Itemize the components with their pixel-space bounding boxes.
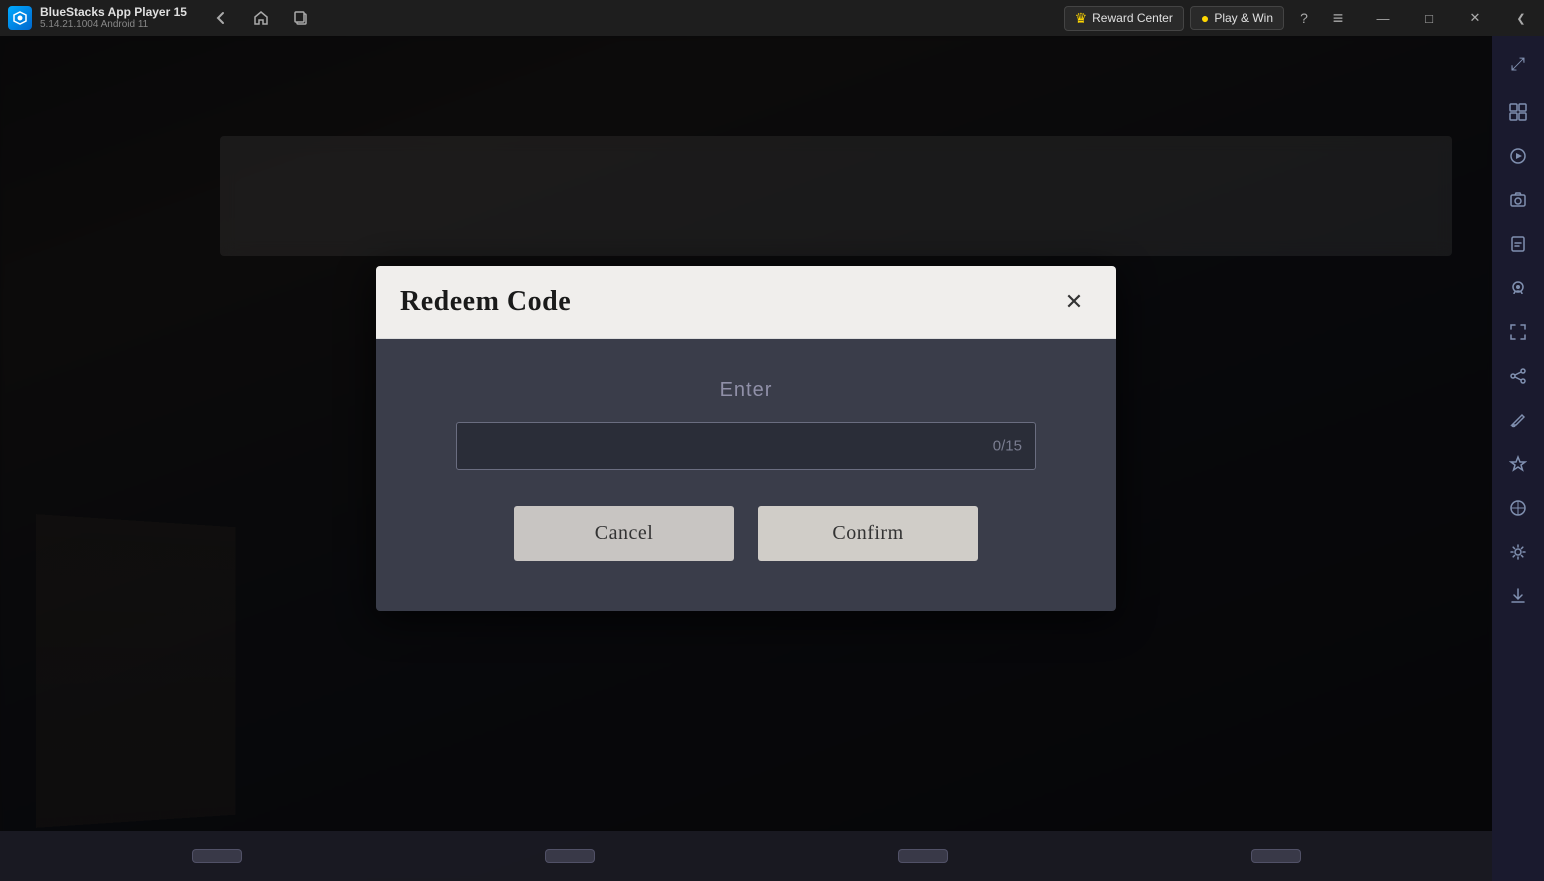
- video-record-icon[interactable]: [1498, 136, 1538, 176]
- dialog-close-button[interactable]: ✕: [1056, 284, 1092, 320]
- right-sidebar: ⤢: [1492, 36, 1544, 881]
- airplane-mode-icon[interactable]: [1498, 444, 1538, 484]
- collapse-sidebar-button[interactable]: ❮: [1498, 0, 1544, 36]
- app-title: BlueStacks App Player 15: [40, 5, 187, 19]
- bottom-bar: [0, 831, 1492, 881]
- copy-button[interactable]: [287, 4, 315, 32]
- paint-icon[interactable]: [1498, 400, 1538, 440]
- dialog-buttons: Cancel Confirm: [456, 506, 1036, 561]
- confirm-button[interactable]: Confirm: [758, 506, 978, 561]
- expand-sidebar-icon[interactable]: ⤢: [1498, 44, 1538, 84]
- code-input[interactable]: [456, 422, 1036, 470]
- dialog-header: Redeem Code ✕: [376, 266, 1116, 339]
- main-content: Redeem Code ✕ Enter 0/15 Cancel Confirm: [0, 36, 1492, 881]
- crown-icon: ♛: [1075, 10, 1088, 27]
- bluestacks-logo: [8, 6, 32, 30]
- location-icon[interactable]: [1498, 488, 1538, 528]
- bottom-btn-4[interactable]: [1251, 849, 1301, 863]
- reward-center-label: Reward Center: [1092, 11, 1173, 25]
- redeem-code-dialog: Redeem Code ✕ Enter 0/15 Cancel Confirm: [376, 266, 1116, 611]
- titlebar-nav: [207, 4, 315, 32]
- app-version: 5.14.21.1004 Android 11: [40, 19, 187, 31]
- bottom-btn-1[interactable]: [192, 849, 242, 863]
- window-controls: — □ ✕ ❮: [1360, 0, 1544, 36]
- screenshot-icon[interactable]: [1498, 180, 1538, 220]
- bottom-btn-2[interactable]: [545, 849, 595, 863]
- app-name-section: BlueStacks App Player 15 5.14.21.1004 An…: [40, 5, 187, 31]
- home-button[interactable]: [247, 4, 275, 32]
- dialog-body: Enter 0/15 Cancel Confirm: [376, 339, 1116, 611]
- menu-button[interactable]: ≡: [1324, 4, 1352, 32]
- download-icon[interactable]: [1498, 576, 1538, 616]
- cancel-button[interactable]: Cancel: [514, 506, 734, 561]
- dialog-enter-label: Enter: [720, 379, 773, 402]
- play-win-button[interactable]: ● Play & Win: [1190, 6, 1284, 30]
- code-input-wrapper: 0/15: [456, 422, 1036, 470]
- close-button[interactable]: ✕: [1452, 0, 1498, 36]
- fullscreen-icon[interactable]: [1498, 312, 1538, 352]
- play-win-label: Play & Win: [1214, 11, 1273, 25]
- help-button[interactable]: ?: [1290, 4, 1318, 32]
- dialog-title: Redeem Code: [400, 286, 571, 318]
- webcam-icon[interactable]: [1498, 268, 1538, 308]
- share-icon[interactable]: [1498, 356, 1538, 396]
- minimize-button[interactable]: —: [1360, 0, 1406, 36]
- maximize-button[interactable]: □: [1406, 0, 1452, 36]
- apps-icon[interactable]: [1498, 92, 1538, 132]
- titlebar-right-section: ♛ Reward Center ● Play & Win ? ≡: [1064, 4, 1352, 32]
- bottom-btn-3[interactable]: [898, 849, 948, 863]
- back-button[interactable]: [207, 4, 235, 32]
- coin-icon: ●: [1201, 10, 1209, 26]
- apk-install-icon[interactable]: [1498, 224, 1538, 264]
- settings-icon[interactable]: [1498, 532, 1538, 572]
- titlebar: BlueStacks App Player 15 5.14.21.1004 An…: [0, 0, 1544, 36]
- dialog-backdrop: Redeem Code ✕ Enter 0/15 Cancel Confirm: [0, 36, 1492, 881]
- reward-center-button[interactable]: ♛ Reward Center: [1064, 6, 1184, 31]
